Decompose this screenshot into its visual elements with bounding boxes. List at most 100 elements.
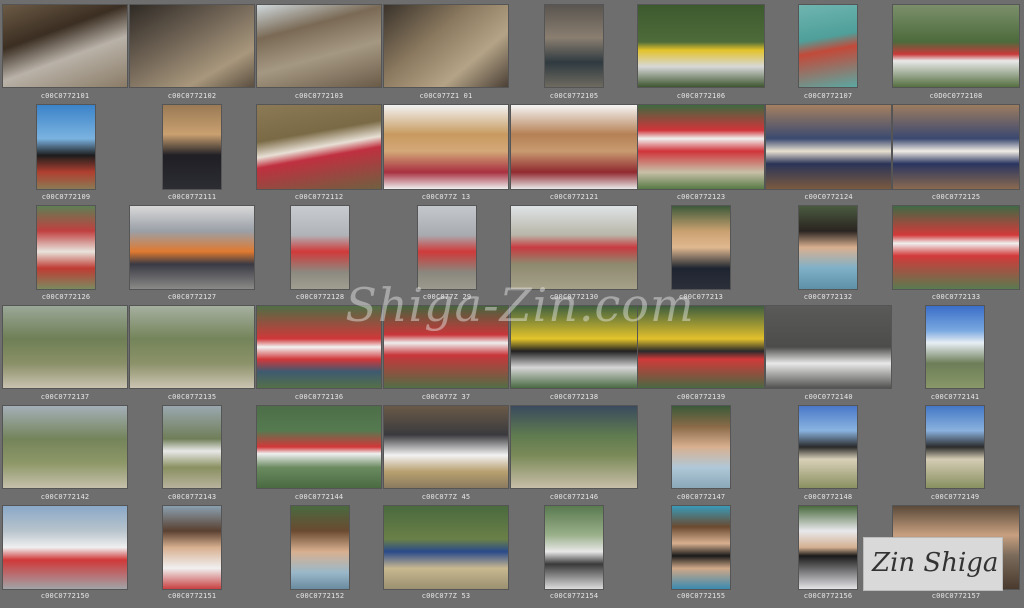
photo-thumbnail[interactable] — [256, 305, 382, 389]
photo-thumbnail[interactable] — [637, 4, 765, 88]
photo-thumbnail[interactable] — [256, 104, 382, 190]
photo-cell[interactable]: c00C0772141 — [925, 305, 985, 405]
photo-thumbnail[interactable] — [129, 205, 255, 290]
photo-cell[interactable]: c00C0772146 — [510, 405, 638, 505]
photo-cell[interactable]: c00C077Z 53 — [383, 505, 509, 605]
photo-thumbnail[interactable] — [162, 405, 222, 489]
photo-thumbnail[interactable] — [671, 205, 731, 290]
photo-cell[interactable]: c00C0772130 — [510, 205, 638, 305]
photo-cell[interactable]: c00C0772150 — [2, 505, 128, 605]
photo-thumbnail[interactable] — [129, 305, 255, 389]
photo-thumbnail[interactable] — [256, 405, 382, 489]
photo-thumbnail[interactable] — [892, 205, 1020, 290]
photo-thumbnail[interactable] — [383, 505, 509, 590]
photo-cell[interactable]: c00C0772143 — [162, 405, 222, 505]
photo-cell[interactable]: c00C0772109 — [36, 104, 96, 204]
photo-cell[interactable]: c00C0772132 — [798, 205, 858, 305]
photo-thumbnail[interactable] — [510, 205, 638, 290]
photo-thumbnail[interactable] — [2, 4, 128, 88]
photo-cell[interactable]: c00C0772136 — [256, 305, 382, 405]
photo-cell[interactable]: c00C0772154 — [544, 505, 604, 605]
photo-cell[interactable]: c00C0772128 — [290, 205, 350, 305]
photo-cell[interactable]: c00C0772142 — [2, 405, 128, 505]
photo-thumbnail[interactable] — [798, 4, 858, 88]
photo-thumbnail[interactable] — [129, 4, 255, 88]
photo-cell[interactable]: c00C0772101 — [2, 4, 128, 104]
photo-cell[interactable]: c00C0772124 — [765, 104, 892, 204]
photo-cell[interactable]: c00C0772144 — [256, 405, 382, 505]
photo-cell[interactable]: c00C0772137 — [2, 305, 128, 405]
photo-thumbnail[interactable] — [892, 104, 1020, 190]
photo-caption: c00C0772124 — [804, 193, 853, 201]
photo-cell[interactable]: c00C0772155 — [671, 505, 731, 605]
photo-cell[interactable]: c00C0772135 — [129, 305, 255, 405]
photo-cell[interactable]: c00C0772102 — [129, 4, 255, 104]
photo-cell[interactable]: c00C0772148 — [798, 405, 858, 505]
photo-caption: c00C0772126 — [41, 293, 91, 301]
photo-thumbnail[interactable] — [162, 505, 222, 590]
photo-thumbnail[interactable] — [544, 505, 604, 590]
photo-thumbnail[interactable] — [36, 205, 96, 290]
photo-thumbnail[interactable] — [383, 4, 509, 88]
photo-caption: c00C0772155 — [676, 592, 726, 600]
photo-thumbnail[interactable] — [510, 305, 638, 389]
photo-cell[interactable]: c00C0772105 — [544, 4, 604, 104]
photo-cell[interactable]: c00C0772107 — [798, 4, 858, 104]
photo-thumbnail[interactable] — [544, 4, 604, 88]
photo-cell[interactable]: c00C077Z 45 — [383, 405, 509, 505]
photo-cell[interactable]: c00C077Z 37 — [383, 305, 509, 405]
photo-thumbnail[interactable] — [765, 104, 892, 190]
photo-cell[interactable]: c00C0772140 — [765, 305, 892, 405]
photo-cell[interactable]: c00C0772139 — [637, 305, 765, 405]
photo-thumbnail[interactable] — [383, 305, 509, 389]
photo-thumbnail[interactable] — [925, 305, 985, 389]
photo-cell[interactable]: c00C0772151 — [162, 505, 222, 605]
photo-cell[interactable]: c00C0772152 — [290, 505, 350, 605]
photo-thumbnail[interactable] — [162, 104, 222, 190]
photo-cell[interactable]: c00C0772106 — [637, 4, 765, 104]
photo-cell[interactable]: c00C0772138 — [510, 305, 638, 405]
photo-thumbnail[interactable] — [671, 405, 731, 489]
photo-thumbnail[interactable] — [798, 405, 858, 489]
photo-cell[interactable]: c0D0C0772108 — [892, 4, 1020, 104]
photo-cell[interactable]: c00C0772127 — [129, 205, 255, 305]
photo-thumbnail[interactable] — [290, 505, 350, 590]
photo-cell[interactable]: c00C0772112 — [256, 104, 382, 204]
photo-cell[interactable]: c00C077213 — [671, 205, 731, 305]
photo-cell[interactable]: c00C0772149 — [925, 405, 985, 505]
photo-thumbnail[interactable] — [2, 305, 128, 389]
photo-thumbnail[interactable] — [637, 305, 765, 389]
photo-cell[interactable]: c00C0772126 — [36, 205, 96, 305]
photo-thumbnail[interactable] — [892, 4, 1020, 88]
photo-cell[interactable]: c00C077Z 13 — [383, 104, 509, 204]
photo-cell[interactable]: c00C077Z 29 — [417, 205, 477, 305]
photo-thumbnail[interactable] — [256, 4, 382, 88]
photo-cell[interactable]: c00C0772125 — [892, 104, 1020, 204]
photo-thumbnail[interactable] — [510, 104, 638, 190]
photo-thumbnail[interactable] — [510, 405, 638, 489]
photo-thumbnail[interactable] — [383, 405, 509, 489]
photo-thumbnail[interactable] — [765, 305, 892, 389]
photo-thumbnail[interactable] — [2, 505, 128, 590]
photo-thumbnail[interactable] — [637, 104, 765, 190]
photo-cell[interactable]: c00C077Z1 01 — [383, 4, 509, 104]
photo-thumbnail[interactable] — [925, 405, 985, 489]
photo-thumbnail[interactable] — [671, 505, 731, 590]
photo-caption: c00C0772121 — [549, 193, 599, 201]
photo-caption: c00C0772136 — [294, 393, 344, 401]
photo-cell[interactable]: c00C0772121 — [510, 104, 638, 204]
photo-cell[interactable]: c00C0772123 — [637, 104, 765, 204]
photo-thumbnail[interactable] — [798, 505, 858, 590]
photo-cell[interactable]: c00C0772156 — [798, 505, 858, 605]
photo-cell[interactable]: c00C0772133 — [892, 205, 1020, 305]
photo-cell[interactable]: c00C0772103 — [256, 4, 382, 104]
photo-thumbnail[interactable] — [417, 205, 477, 290]
photo-cell[interactable]: c00C0772111 — [162, 104, 222, 204]
photo-caption: c00C0772152 — [295, 592, 345, 600]
photo-thumbnail[interactable] — [383, 104, 509, 190]
photo-thumbnail[interactable] — [2, 405, 128, 489]
photo-cell[interactable]: c00C0772147 — [671, 405, 731, 505]
photo-thumbnail[interactable] — [798, 205, 858, 290]
photo-thumbnail[interactable] — [290, 205, 350, 290]
photo-thumbnail[interactable] — [36, 104, 96, 190]
